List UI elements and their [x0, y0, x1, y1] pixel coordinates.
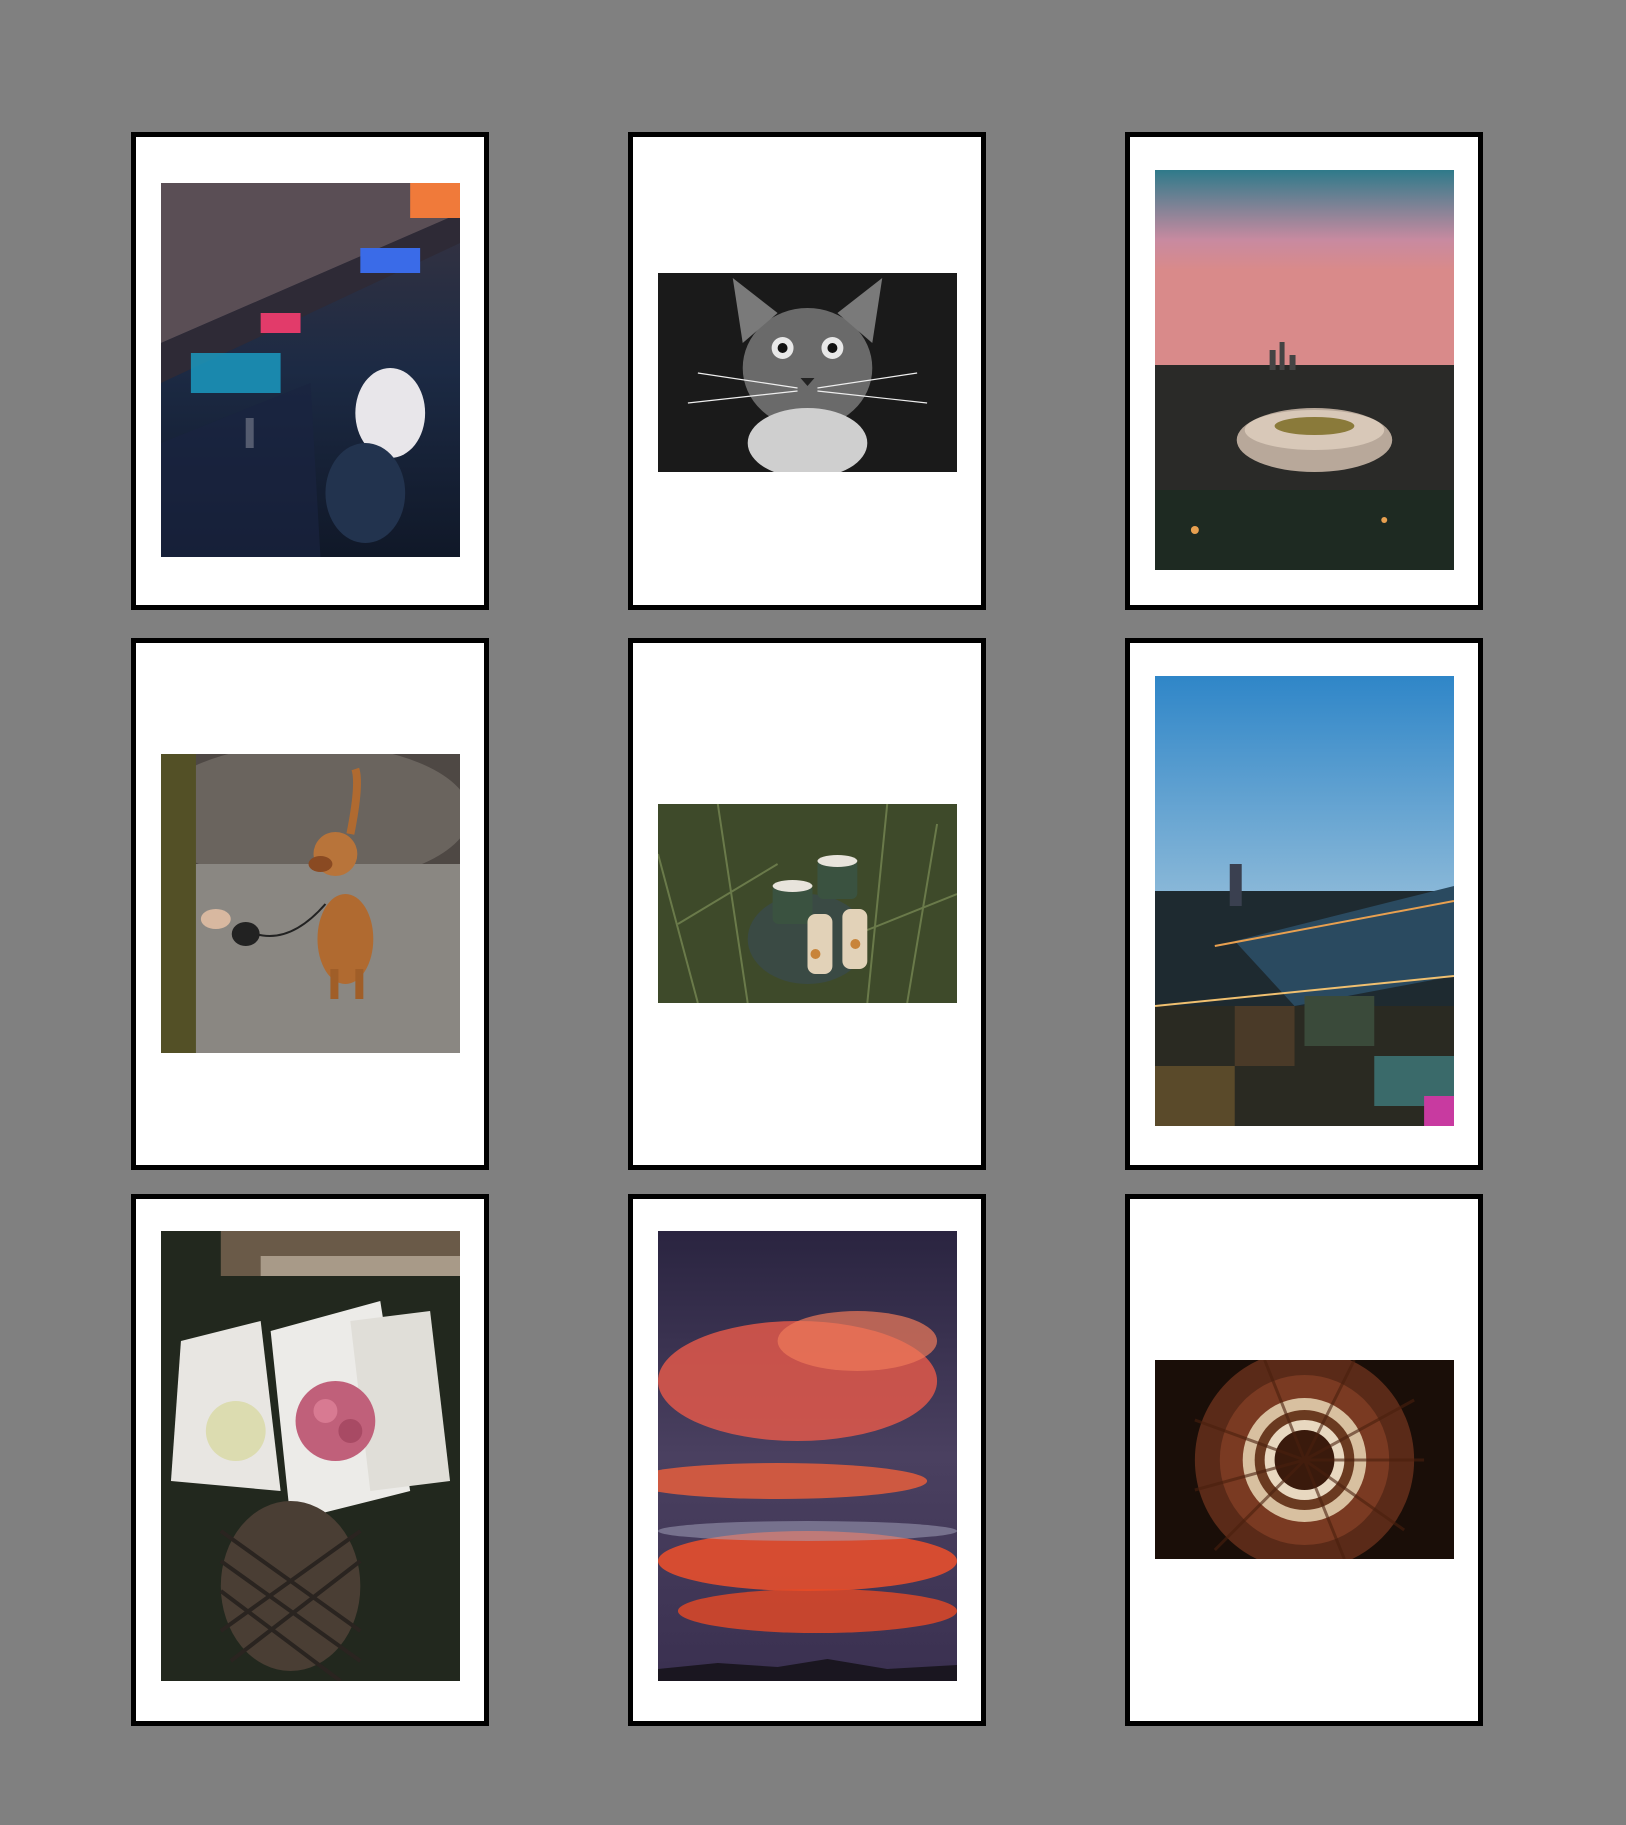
photo-frame-staircase[interactable]	[1125, 1194, 1483, 1726]
photo-frame-neon-street[interactable]	[131, 132, 489, 610]
photo-roses	[161, 1231, 460, 1681]
photo-coffee	[658, 804, 957, 1003]
photo-stadium	[1155, 170, 1454, 570]
photo-staircase	[1155, 1360, 1454, 1559]
photo-dachshund	[161, 754, 460, 1053]
photo-neon-street	[161, 183, 460, 557]
photo-frame-stadium[interactable]	[1125, 132, 1483, 610]
photo-cat	[658, 273, 957, 472]
photo-frame-city-bridge[interactable]	[1125, 638, 1483, 1170]
photo-frame-coffee[interactable]	[628, 638, 986, 1170]
photo-frame-dachshund[interactable]	[131, 638, 489, 1170]
photo-frame-roses[interactable]	[131, 1194, 489, 1726]
photo-sunset	[658, 1231, 957, 1681]
photo-city-bridge	[1155, 676, 1454, 1126]
photo-frame-sunset[interactable]	[628, 1194, 986, 1726]
photo-frame-cat[interactable]	[628, 132, 986, 610]
